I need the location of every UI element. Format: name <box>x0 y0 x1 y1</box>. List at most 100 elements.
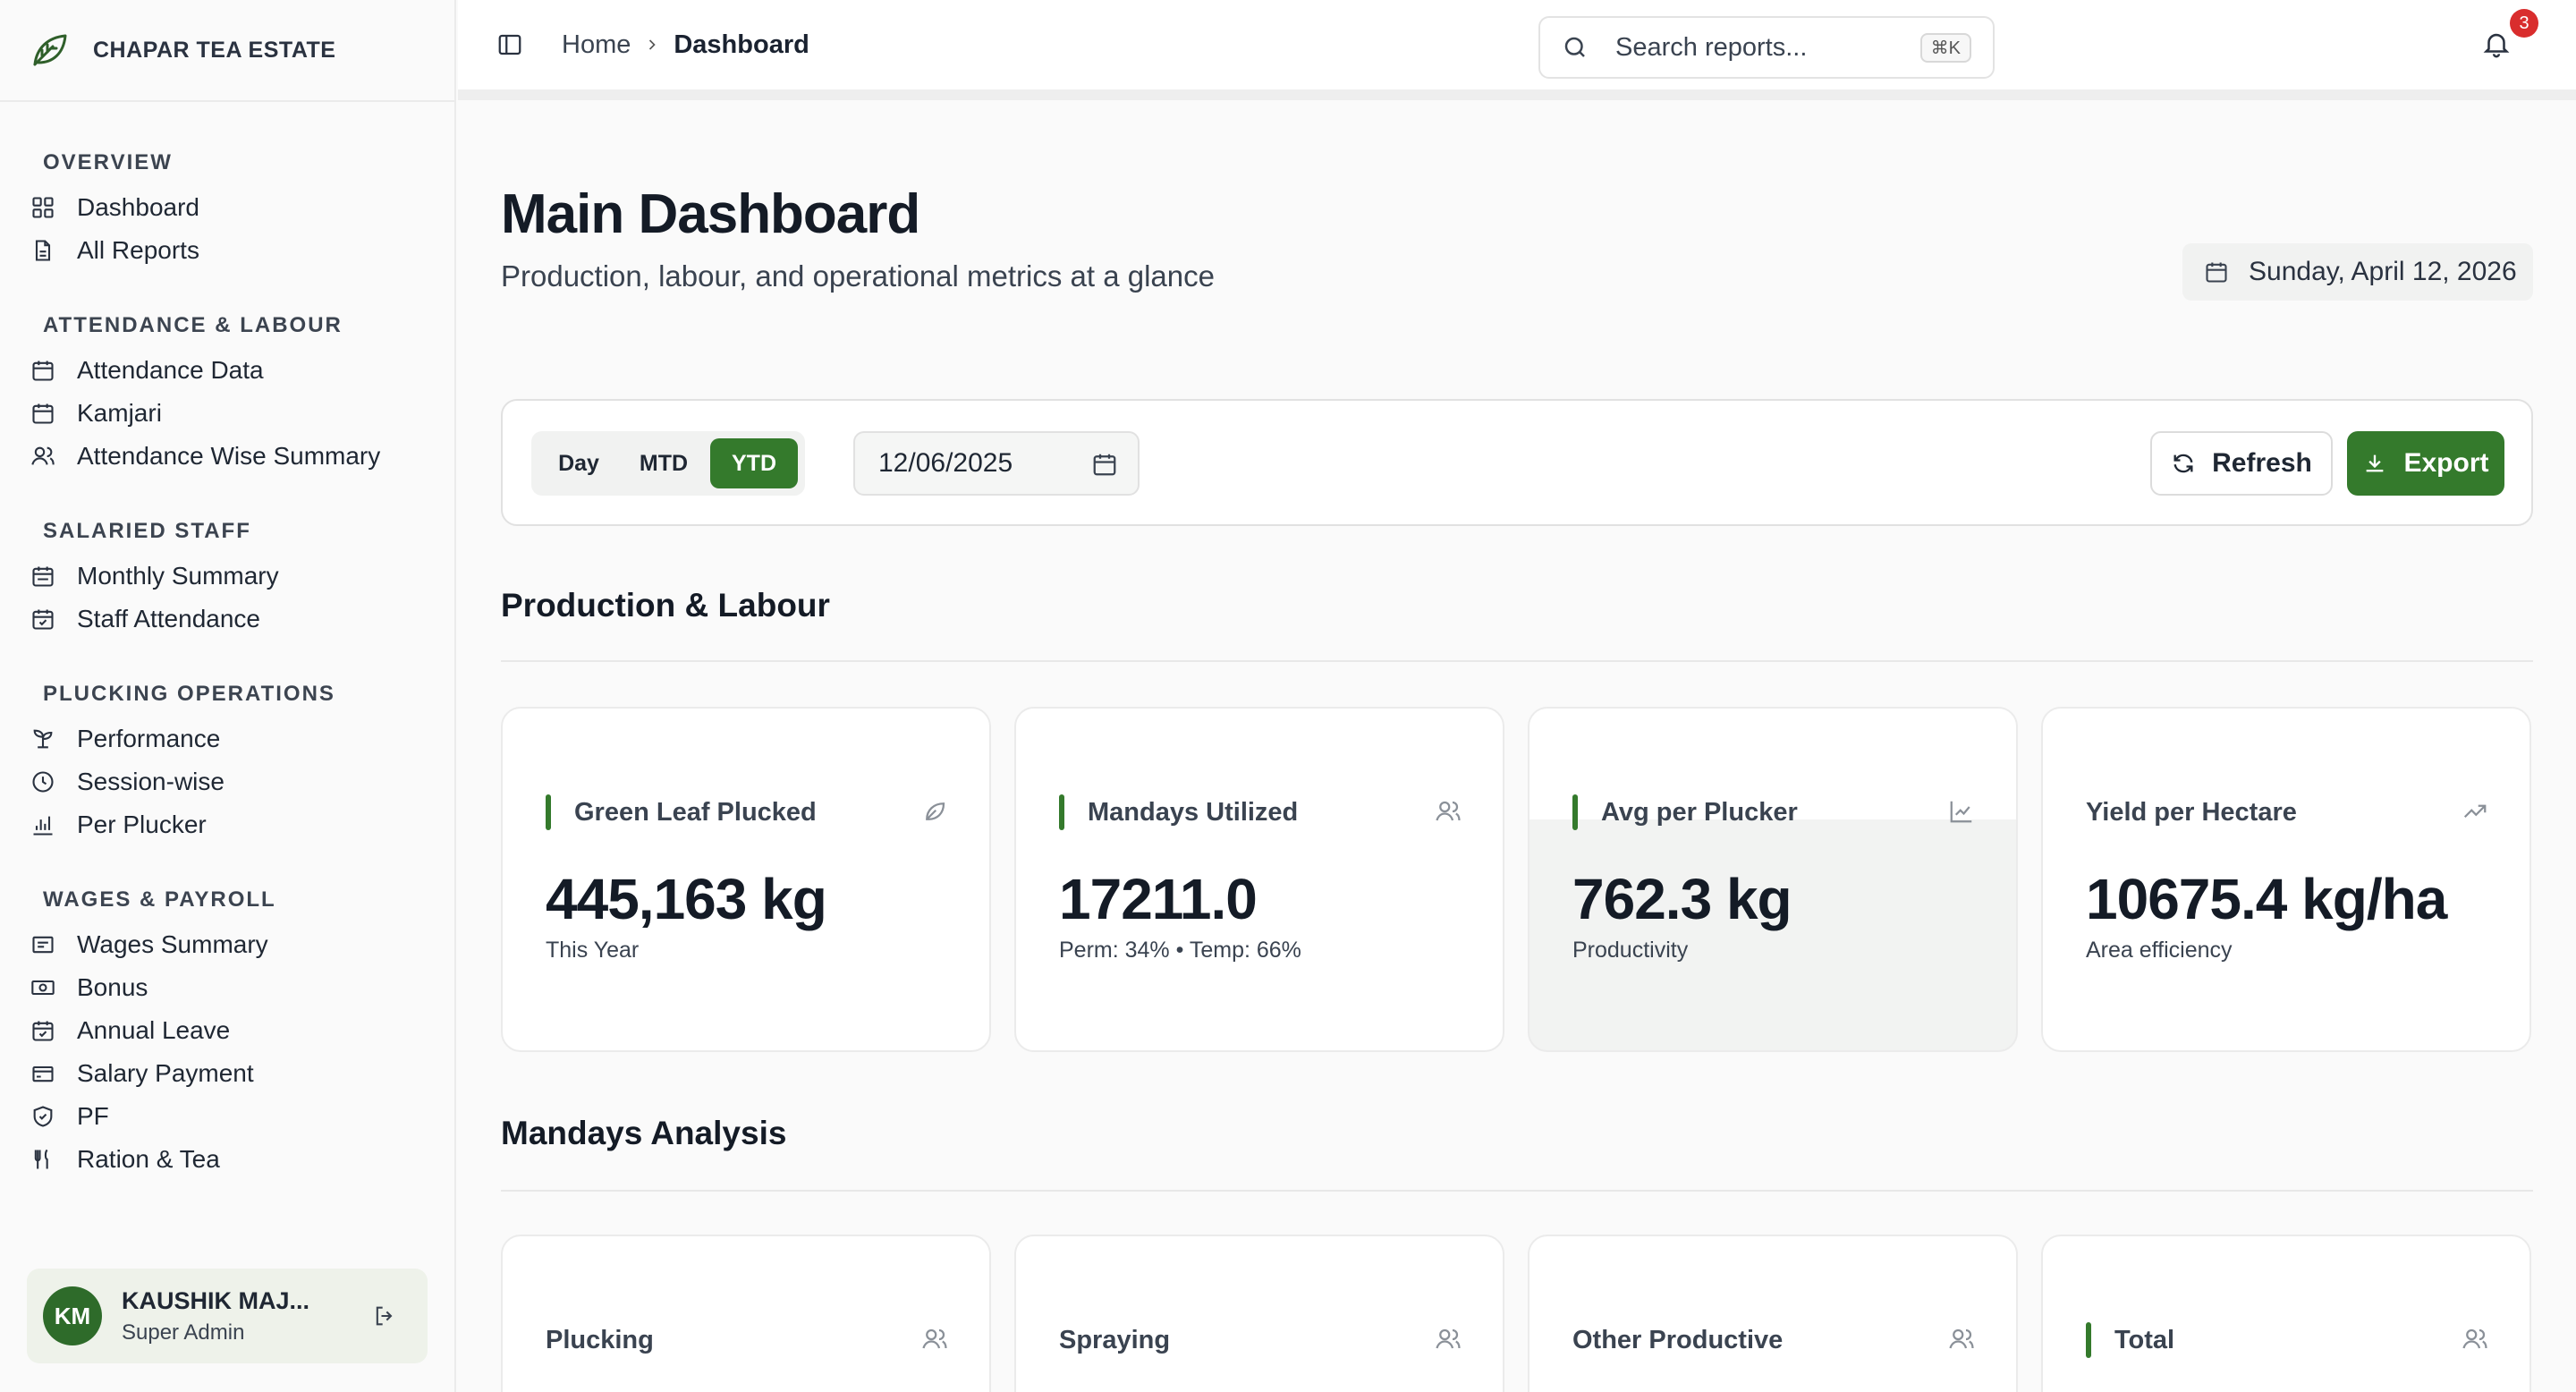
sidebar-item-wages-summary[interactable]: Wages Summary <box>0 923 454 966</box>
period-day-button[interactable]: Day <box>540 438 617 488</box>
sidebar-toggle-icon[interactable] <box>494 29 526 61</box>
topbar: Home Dashboard <box>458 0 2576 89</box>
nav-section-title: ATTENDANCE & LABOUR <box>43 313 343 337</box>
breadcrumb: Home Dashboard <box>562 30 809 60</box>
sidebar-item-label: Kamjari <box>77 399 162 427</box>
nav-section-plucking: PLUCKING OPERATIONS Performance Session-… <box>0 676 454 846</box>
sidebar-item-label: Wages Summary <box>77 930 268 958</box>
filter-bar: Day MTD YTD 12/06/2025 Refresh Export <box>501 399 2533 526</box>
sidebar-item-label: Per Plucker <box>77 811 207 838</box>
period-mtd-button[interactable]: MTD <box>617 438 710 488</box>
nav-section-title: SALARIED STAFF <box>43 519 251 543</box>
search-shortcut: ⌘K <box>1919 32 1971 63</box>
notification-badge: 3 <box>2510 9 2538 38</box>
banknote-icon <box>30 975 55 1000</box>
breadcrumb-home[interactable]: Home <box>562 30 631 60</box>
sidebar-item-salary-payment[interactable]: Salary Payment <box>0 1052 454 1095</box>
receipt-icon <box>30 932 55 957</box>
card-subtext: Productivity <box>1572 938 1689 963</box>
export-button[interactable]: Export <box>2347 431 2504 496</box>
utensils-icon <box>30 1147 55 1172</box>
card-accent <box>2086 1322 2091 1358</box>
current-date-text: Sunday, April 12, 2026 <box>2249 257 2517 286</box>
topbar-divider <box>458 89 2576 100</box>
sidebar-item-label: Monthly Summary <box>77 562 279 590</box>
brand-name: CHAPAR TEA ESTATE <box>93 37 336 63</box>
card-label: Total <box>2114 1326 2175 1354</box>
current-date: Sunday, April 12, 2026 <box>2182 243 2533 301</box>
sidebar-item-label: PF <box>77 1102 109 1130</box>
nav-section-title: OVERVIEW <box>43 150 173 174</box>
period-selector: Day MTD YTD <box>531 431 805 496</box>
sidebar-item-staff-attendance[interactable]: Staff Attendance <box>0 598 454 641</box>
bar-chart-icon <box>30 812 55 837</box>
search-input[interactable]: Search reports... ⌘K <box>1538 16 1995 79</box>
card-value: 10675.4 kg/ha <box>2086 867 2447 931</box>
calendar-icon[interactable] <box>1091 451 1118 478</box>
mandays-card-spraying: Spraying <box>1014 1235 1504 1392</box>
sidebar-item-kamjari[interactable]: Kamjari <box>0 392 454 435</box>
card-label: Spraying <box>1059 1326 1171 1354</box>
sidebar-item-annual-leave[interactable]: Annual Leave <box>0 1009 454 1052</box>
section-divider <box>501 1190 2533 1192</box>
card-accent <box>546 794 551 830</box>
sidebar-item-performance[interactable]: Performance <box>0 717 454 760</box>
card-value: 762.3 kg <box>1572 867 1792 931</box>
mandays-card-other-productive: Other Productive <box>1528 1235 2018 1392</box>
calendar-icon <box>2204 259 2231 285</box>
sidebar-item-label: Attendance Data <box>77 356 264 384</box>
card-label: Other Productive <box>1572 1326 1784 1354</box>
kpi-card-yield-per-hectare: Yield per Hectare 10675.4 kg/ha Area eff… <box>2041 707 2531 1052</box>
sidebar-item-label: Staff Attendance <box>77 605 260 632</box>
file-icon <box>30 238 55 263</box>
sidebar-item-pf[interactable]: PF <box>0 1095 454 1138</box>
sidebar-item-label: Salary Payment <box>77 1059 254 1087</box>
search-placeholder: Search reports... <box>1615 32 1808 62</box>
users-icon <box>30 444 55 469</box>
sidebar-item-ration-tea[interactable]: Ration & Tea <box>0 1138 454 1181</box>
mandays-card-total: Total <box>2041 1235 2531 1392</box>
sidebar-item-bonus[interactable]: Bonus <box>0 966 454 1009</box>
sidebar-item-label: Bonus <box>77 973 148 1001</box>
grid-icon <box>30 195 55 220</box>
calendar-check-icon <box>30 607 55 632</box>
refresh-button[interactable]: Refresh <box>2150 431 2333 496</box>
wallet-icon <box>30 1061 55 1086</box>
kpi-card-green-leaf: Green Leaf Plucked 445,163 kg This Year <box>501 707 991 1052</box>
chevron-right-icon <box>643 36 661 54</box>
sidebar-item-all-reports[interactable]: All Reports <box>0 229 454 272</box>
brand-header[interactable]: CHAPAR TEA ESTATE <box>0 0 454 102</box>
sidebar-item-attendance-wise-summary[interactable]: Attendance Wise Summary <box>0 435 454 478</box>
mandays-card-plucking: Plucking <box>501 1235 991 1392</box>
card-accent <box>1059 794 1064 830</box>
nav-section-attendance: ATTENDANCE & LABOUR Attendance Data Kamj… <box>0 308 454 478</box>
logout-icon[interactable] <box>367 1298 402 1334</box>
sidebar-item-per-plucker[interactable]: Per Plucker <box>0 803 454 846</box>
user-name: KAUSHIK MAJ... <box>122 1286 310 1314</box>
download-icon <box>2367 454 2384 472</box>
calendar-range-icon <box>30 564 55 589</box>
user-card[interactable]: KM KAUSHIK MAJ... Super Admin <box>27 1269 428 1363</box>
section-title-mandays: Mandays Analysis <box>501 1115 787 1151</box>
users-icon <box>1436 1328 1461 1349</box>
page-title: Main Dashboard <box>501 183 920 245</box>
bell-icon[interactable] <box>2481 29 2517 64</box>
card-subtext: Area efficiency <box>2086 938 2233 963</box>
breadcrumb-current: Dashboard <box>674 30 809 59</box>
date-field[interactable]: 12/06/2025 <box>853 431 1140 496</box>
nav-section-overview: OVERVIEW Dashboard All Reports <box>0 145 454 272</box>
leaf-icon <box>926 802 945 820</box>
sidebar-item-label: Ration & Tea <box>77 1145 220 1173</box>
sidebar-nav: OVERVIEW Dashboard All Reports ATTENDANC… <box>0 102 454 1181</box>
sidebar-item-label: Annual Leave <box>77 1016 231 1044</box>
sidebar-item-monthly-summary[interactable]: Monthly Summary <box>0 555 454 598</box>
sidebar-item-attendance-data[interactable]: Attendance Data <box>0 349 454 392</box>
leaf-logo-icon <box>27 28 72 72</box>
nav-section-salaried: SALARIED STAFF Monthly Summary Staff Att… <box>0 514 454 641</box>
sidebar-item-dashboard[interactable]: Dashboard <box>0 186 454 229</box>
nav-section-title: WAGES & PAYROLL <box>43 887 276 912</box>
export-label: Export <box>2403 448 2489 478</box>
calendar-check-icon <box>30 1018 55 1043</box>
sidebar-item-session-wise[interactable]: Session-wise <box>0 760 454 803</box>
period-ytd-button[interactable]: YTD <box>710 438 798 488</box>
